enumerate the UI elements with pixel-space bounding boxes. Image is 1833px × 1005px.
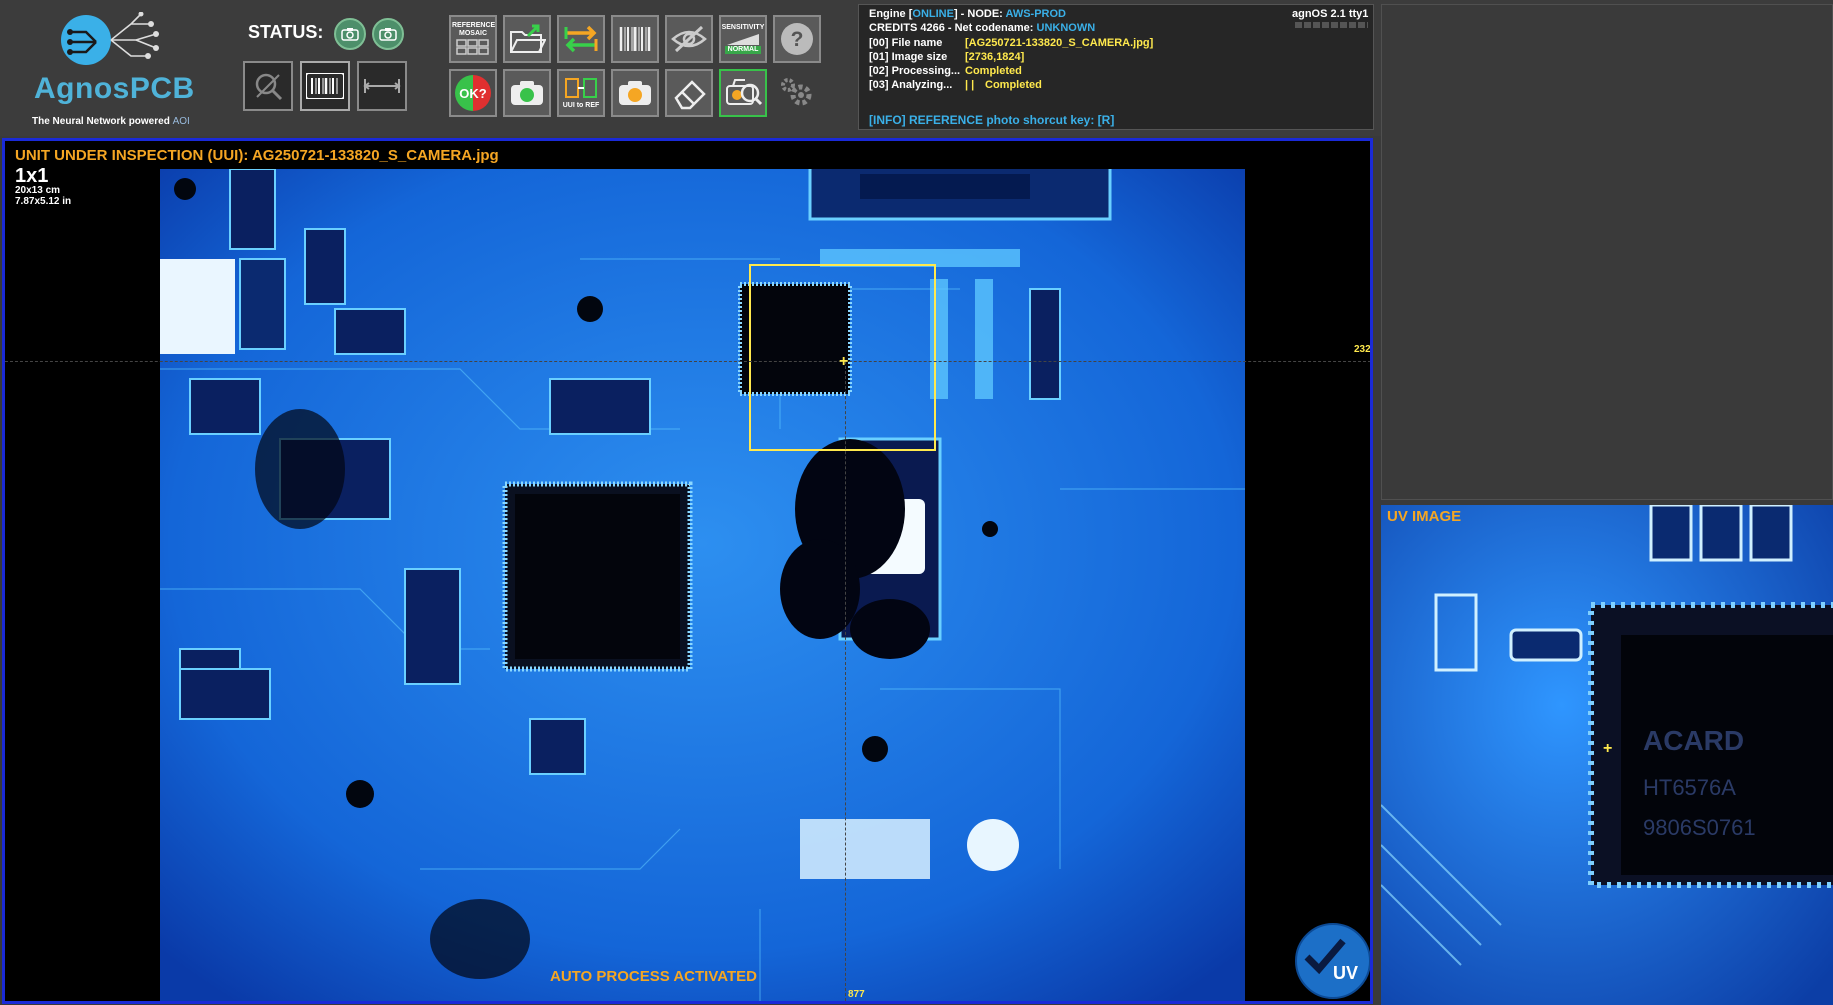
open-folder-button[interactable] [503, 15, 551, 63]
analyzing-label: [03] Analyzing... [869, 79, 953, 91]
tagline-text: The Neural Network powered [32, 116, 170, 127]
measure-tool-button[interactable] [357, 61, 407, 111]
eraser-icon [674, 80, 706, 110]
brand-tagline: The Neural Network powered AOI [32, 116, 190, 127]
uv-check-badge[interactable]: UV [1295, 923, 1370, 999]
neural-network-logo-icon [61, 12, 159, 65]
credits-line: CREDITS 4266 - Net codename: UNKNOWN [869, 22, 1095, 34]
camera-status-indicator-2[interactable] [372, 18, 404, 50]
ok-label: OK? [459, 85, 487, 101]
file-name-value: [AG250721-133820_S_CAMERA.jpg] [965, 37, 1154, 49]
crosshair-vertical [845, 361, 846, 1001]
board-dimension-cm: 20x13 cm [15, 185, 61, 196]
image-size-value: [2736,1824] [965, 51, 1025, 63]
cursor-y-readout: 232 [1354, 344, 1371, 355]
sensitivity-label: SENSITIVITY [721, 24, 765, 31]
auto-process-message: AUTO PROCESS ACTIVATED [550, 968, 757, 985]
camera-icon [511, 81, 543, 105]
crosshair-marker: + [839, 353, 849, 370]
inspection-viewport[interactable]: + UNIT UNDER INSPECTION (UUI): AG250721-… [2, 138, 1373, 1004]
reference-preview-panel [1381, 4, 1833, 500]
svg-text:9806S0761: 9806S0761 [1643, 815, 1756, 840]
help-icon: ? [781, 23, 813, 55]
board-dimension-in: 7.87x5.12 in [15, 196, 72, 207]
svg-text:+: + [1603, 740, 1612, 757]
node-name: AWS-PROD [1005, 8, 1066, 20]
svg-text:?: ? [791, 28, 804, 51]
crosshair-horizontal [5, 361, 1370, 362]
uv-inspect-button[interactable] [719, 69, 767, 117]
barcode-button[interactable] [611, 15, 659, 63]
mosaic-grid-icon [456, 39, 489, 55]
eraser-button[interactable] [665, 69, 713, 117]
node-prefix: ] - NODE: [953, 8, 1006, 20]
camera-icon [379, 28, 397, 41]
settings-button[interactable] [773, 69, 821, 117]
processing-label: [02] Processing... [869, 65, 961, 77]
uv-image-title: UV IMAGE [1387, 508, 1462, 525]
shortcut-info: [INFO] REFERENCE photo shorcut key: [R] [869, 113, 1115, 127]
tagline-suffix: AOI [172, 116, 190, 127]
camera-icon [619, 81, 651, 105]
swap-arrows-icon [564, 25, 598, 53]
reference-mosaic-button[interactable]: REFERENCE MOSAIC [449, 15, 497, 63]
file-name-label: [00] File name [869, 37, 943, 49]
uui-title: UNIT UNDER INSPECTION (UUI): AG250721-13… [15, 147, 499, 164]
reference-mosaic-label: REFERENCE MOSAIC [452, 22, 496, 37]
engine-status-line: Engine [ONLINE] - NODE: AWS-PROD [869, 8, 1066, 20]
engine-info-panel: Engine [ONLINE] - NODE: AWS-PROD agnOS 2… [858, 4, 1374, 130]
uui-to-ref-label: UUI to REF [562, 102, 600, 109]
reference-photo-button[interactable] [611, 69, 659, 117]
image-size-label: [01] Image size [869, 51, 948, 63]
uv-badge-label: UV [1333, 963, 1359, 983]
engine-state: ONLINE [912, 8, 954, 20]
swap-images-button[interactable] [557, 15, 605, 63]
sensitivity-level: NORMAL [724, 46, 762, 54]
pcb-board-image[interactable] [160, 169, 1245, 1001]
barcode-icon [306, 73, 344, 99]
sensitivity-button[interactable]: SENSITIVITY NORMAL [719, 15, 767, 63]
analyzing-value: Completed [985, 79, 1042, 91]
help-button[interactable]: ? [773, 15, 821, 63]
svg-text:ACARD: ACARD [1643, 725, 1744, 756]
signal-meter [1295, 22, 1368, 28]
inspect-tool-button[interactable] [243, 61, 293, 111]
ruler-icon [363, 79, 401, 93]
camera-search-icon [726, 79, 763, 106]
magnifier-icon [255, 73, 283, 101]
analyzing-bars: | | [965, 79, 975, 91]
uui-to-ref-button[interactable]: UUI to REF [557, 69, 605, 117]
net-codename: UNKNOWN [1036, 22, 1096, 34]
sensitivity-slope-icon [727, 34, 759, 45]
engine-prefix: Engine [ [869, 8, 913, 20]
cursor-x-readout: 877 [848, 989, 865, 1000]
status-label: STATUS: [248, 22, 324, 42]
brand-name: AgnosPCB [34, 72, 195, 105]
uv-image-panel[interactable]: ACARD HT6576A 9806S0761 + UV IMAGE [1381, 505, 1833, 1005]
os-version: agnOS 2.1 tty1 [1292, 8, 1369, 20]
uv-zoom-image: ACARD HT6576A 9806S0761 + [1381, 505, 1833, 1005]
barcode-reader-button[interactable] [300, 61, 350, 111]
svg-text:HT6576A: HT6576A [1643, 775, 1736, 800]
credits-prefix: CREDITS 4266 - Net codename: [869, 22, 1037, 34]
hide-overlay-button[interactable] [665, 15, 713, 63]
gears-icon [781, 78, 812, 106]
capture-photo-button[interactable] [503, 69, 551, 117]
eye-off-icon [671, 25, 707, 53]
ok-verdict-button[interactable]: OK? [449, 69, 497, 117]
barcode-icon [619, 27, 651, 51]
agnospcb-logo: AgnosPCB The Neural Network powered AOI [26, 12, 201, 127]
processing-value: Completed [965, 65, 1022, 77]
camera-status-indicator-1[interactable] [334, 18, 366, 50]
camera-icon [341, 28, 359, 41]
folder-open-icon [510, 24, 546, 53]
uui-to-ref-icon [565, 78, 597, 98]
